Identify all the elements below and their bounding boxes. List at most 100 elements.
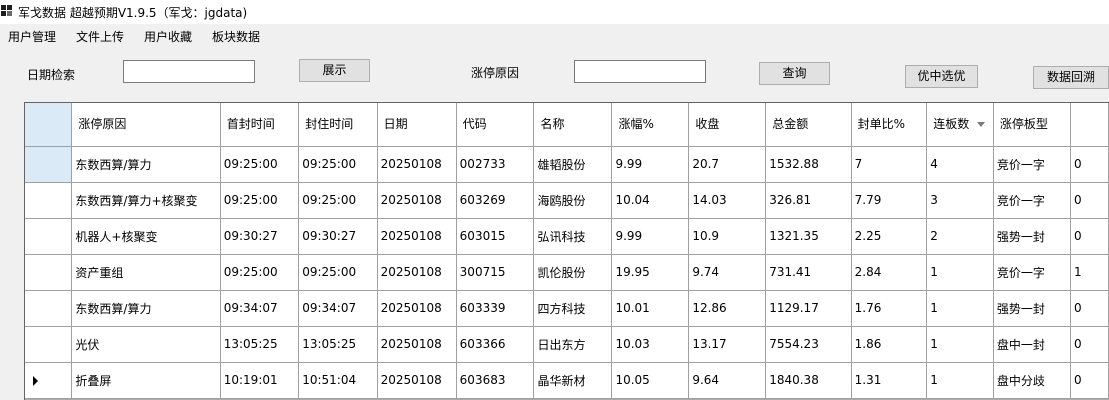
cell-seal-ratio[interactable]: 2.84 <box>851 254 928 291</box>
cell-consecutive[interactable]: 1 <box>926 290 994 327</box>
cell-code[interactable]: 603269 <box>456 182 535 219</box>
cell-seal-time[interactable]: 09:30:27 <box>298 218 378 255</box>
cell-consecutive[interactable]: 1 <box>926 362 994 399</box>
menu-user-management[interactable]: 用户管理 <box>8 28 56 45</box>
column-header-name[interactable]: 名称 <box>533 103 613 147</box>
cell-name[interactable]: 日出东方 <box>533 326 613 363</box>
cell-code[interactable]: 603683 <box>456 362 535 399</box>
cell-close[interactable]: 9.64 <box>688 362 767 399</box>
column-header-board-type[interactable]: 涨停板型 <box>993 103 1071 147</box>
data-grid[interactable]: 涨停原因 首封时间 封住时间 日期 代码 名称 涨幅% 收盘 总金额 封单比% … <box>24 102 1109 400</box>
cell-date[interactable]: 20250108 <box>377 362 457 399</box>
cell-seal-time[interactable]: 09:34:07 <box>298 290 378 327</box>
cell-reason[interactable]: 光伏 <box>71 326 221 363</box>
cell-change-pct[interactable]: 10.01 <box>611 290 690 327</box>
cell-date[interactable]: 20250108 <box>377 146 457 183</box>
cell-change-pct[interactable]: 10.03 <box>611 326 690 363</box>
cell-date[interactable]: 20250108 <box>377 326 457 363</box>
row-header[interactable] <box>25 182 73 219</box>
cell-extra[interactable]: 0 <box>1070 290 1109 327</box>
cell-extra[interactable]: 1 <box>1070 254 1109 291</box>
cell-seal-time[interactable]: 09:25:00 <box>298 146 378 183</box>
cell-seal-ratio[interactable]: 1.76 <box>851 290 928 327</box>
table-row[interactable]: 光伏 13:05:25 13:05:25 20250108 603366 日出东方 10.0… <box>25 326 1109 363</box>
cell-seal-ratio[interactable]: 1.31 <box>851 362 928 399</box>
cell-code[interactable]: 300715 <box>456 254 535 291</box>
cell-seal-ratio[interactable]: 2.25 <box>851 218 928 255</box>
cell-first-seal-time[interactable]: 09:25:00 <box>220 146 300 183</box>
cell-change-pct[interactable]: 10.05 <box>611 362 690 399</box>
data-backtrack-button[interactable]: 数据回溯 <box>1033 66 1109 89</box>
query-button[interactable]: 查询 <box>759 62 830 85</box>
cell-code[interactable]: 002733 <box>456 146 535 183</box>
cell-extra[interactable]: 0 <box>1070 218 1109 255</box>
cell-reason[interactable]: 机器人+核聚变 <box>71 218 221 255</box>
grid-corner-cell[interactable] <box>25 103 73 147</box>
cell-total-amount[interactable]: 7554.23 <box>765 326 852 363</box>
table-row[interactable]: 资产重组 09:25:00 09:25:00 20250108 300715 凯伦股份 19… <box>25 254 1109 291</box>
cell-total-amount[interactable]: 731.41 <box>765 254 852 291</box>
cell-seal-ratio[interactable]: 7.79 <box>851 182 928 219</box>
column-header-date[interactable]: 日期 <box>377 103 457 147</box>
cell-consecutive[interactable]: 1 <box>926 254 994 291</box>
cell-board-type[interactable]: 盘中一封 <box>993 326 1071 363</box>
cell-seal-time[interactable]: 09:25:00 <box>298 182 378 219</box>
cell-first-seal-time[interactable]: 09:25:00 <box>220 254 300 291</box>
cell-reason[interactable]: 东数西算/算力 <box>71 146 221 183</box>
cell-date[interactable]: 20250108 <box>377 254 457 291</box>
cell-reason[interactable]: 东数西算/算力+核聚变 <box>71 182 221 219</box>
cell-change-pct[interactable]: 10.04 <box>611 182 690 219</box>
cell-first-seal-time[interactable]: 09:25:00 <box>220 182 300 219</box>
cell-change-pct[interactable]: 9.99 <box>611 218 690 255</box>
row-header[interactable] <box>25 326 73 363</box>
cell-first-seal-time[interactable]: 09:34:07 <box>220 290 300 327</box>
cell-seal-time[interactable]: 09:25:00 <box>298 254 378 291</box>
cell-date[interactable]: 20250108 <box>377 182 457 219</box>
column-header-close[interactable]: 收盘 <box>688 103 767 147</box>
row-header[interactable] <box>25 290 73 327</box>
show-button[interactable]: 展示 <box>299 59 370 82</box>
cell-seal-ratio[interactable]: 7 <box>851 146 928 183</box>
column-header-total-amount[interactable]: 总金额 <box>765 103 852 147</box>
cell-seal-time[interactable]: 10:51:04 <box>298 362 378 399</box>
column-header-seal-ratio[interactable]: 封单比% <box>851 103 928 147</box>
cell-close[interactable]: 10.9 <box>688 218 767 255</box>
column-header-consecutive[interactable]: 连板数 <box>926 103 994 147</box>
column-header-seal-time[interactable]: 封住时间 <box>298 103 378 147</box>
column-header-reason[interactable]: 涨停原因 <box>71 103 221 147</box>
row-header[interactable] <box>25 146 73 183</box>
cell-reason[interactable]: 资产重组 <box>71 254 221 291</box>
cell-date[interactable]: 20250108 <box>377 290 457 327</box>
cell-date[interactable]: 20250108 <box>377 218 457 255</box>
select-best-button[interactable]: 优中选优 <box>905 65 978 88</box>
cell-code[interactable]: 603366 <box>456 326 535 363</box>
cell-reason[interactable]: 折叠屏 <box>71 362 221 399</box>
cell-name[interactable]: 凯伦股份 <box>533 254 613 291</box>
column-header-first-seal-time[interactable]: 首封时间 <box>220 103 300 147</box>
cell-code[interactable]: 603339 <box>456 290 535 327</box>
cell-first-seal-time[interactable]: 13:05:25 <box>220 326 300 363</box>
table-row[interactable]: 机器人+核聚变 09:30:27 09:30:27 20250108 603015 弘讯科… <box>25 218 1109 255</box>
column-header-extra[interactable] <box>1070 103 1109 147</box>
cell-board-type[interactable]: 竞价一字 <box>993 254 1071 291</box>
cell-total-amount[interactable]: 1129.17 <box>765 290 852 327</box>
table-row[interactable]: 东数西算/算力 09:25:00 09:25:00 20250108 002733 雄韬股… <box>25 146 1109 183</box>
cell-total-amount[interactable]: 1840.38 <box>765 362 852 399</box>
cell-change-pct[interactable]: 9.99 <box>611 146 690 183</box>
cell-total-amount[interactable]: 1321.35 <box>765 218 852 255</box>
column-header-code[interactable]: 代码 <box>456 103 535 147</box>
cell-extra[interactable]: 0 <box>1070 362 1109 399</box>
menu-file-upload[interactable]: 文件上传 <box>76 28 124 45</box>
cell-name[interactable]: 海鸥股份 <box>533 182 613 219</box>
cell-close[interactable]: 12.86 <box>688 290 767 327</box>
cell-name[interactable]: 四方科技 <box>533 290 613 327</box>
cell-consecutive[interactable]: 1 <box>926 326 994 363</box>
cell-name[interactable]: 雄韬股份 <box>533 146 613 183</box>
cell-extra[interactable]: 0 <box>1070 182 1109 219</box>
cell-code[interactable]: 603015 <box>456 218 535 255</box>
cell-board-type[interactable]: 竞价一字 <box>993 182 1071 219</box>
cell-total-amount[interactable]: 326.81 <box>765 182 852 219</box>
cell-total-amount[interactable]: 1532.88 <box>765 146 852 183</box>
date-search-input[interactable] <box>123 60 255 83</box>
cell-extra[interactable]: 0 <box>1070 326 1109 363</box>
